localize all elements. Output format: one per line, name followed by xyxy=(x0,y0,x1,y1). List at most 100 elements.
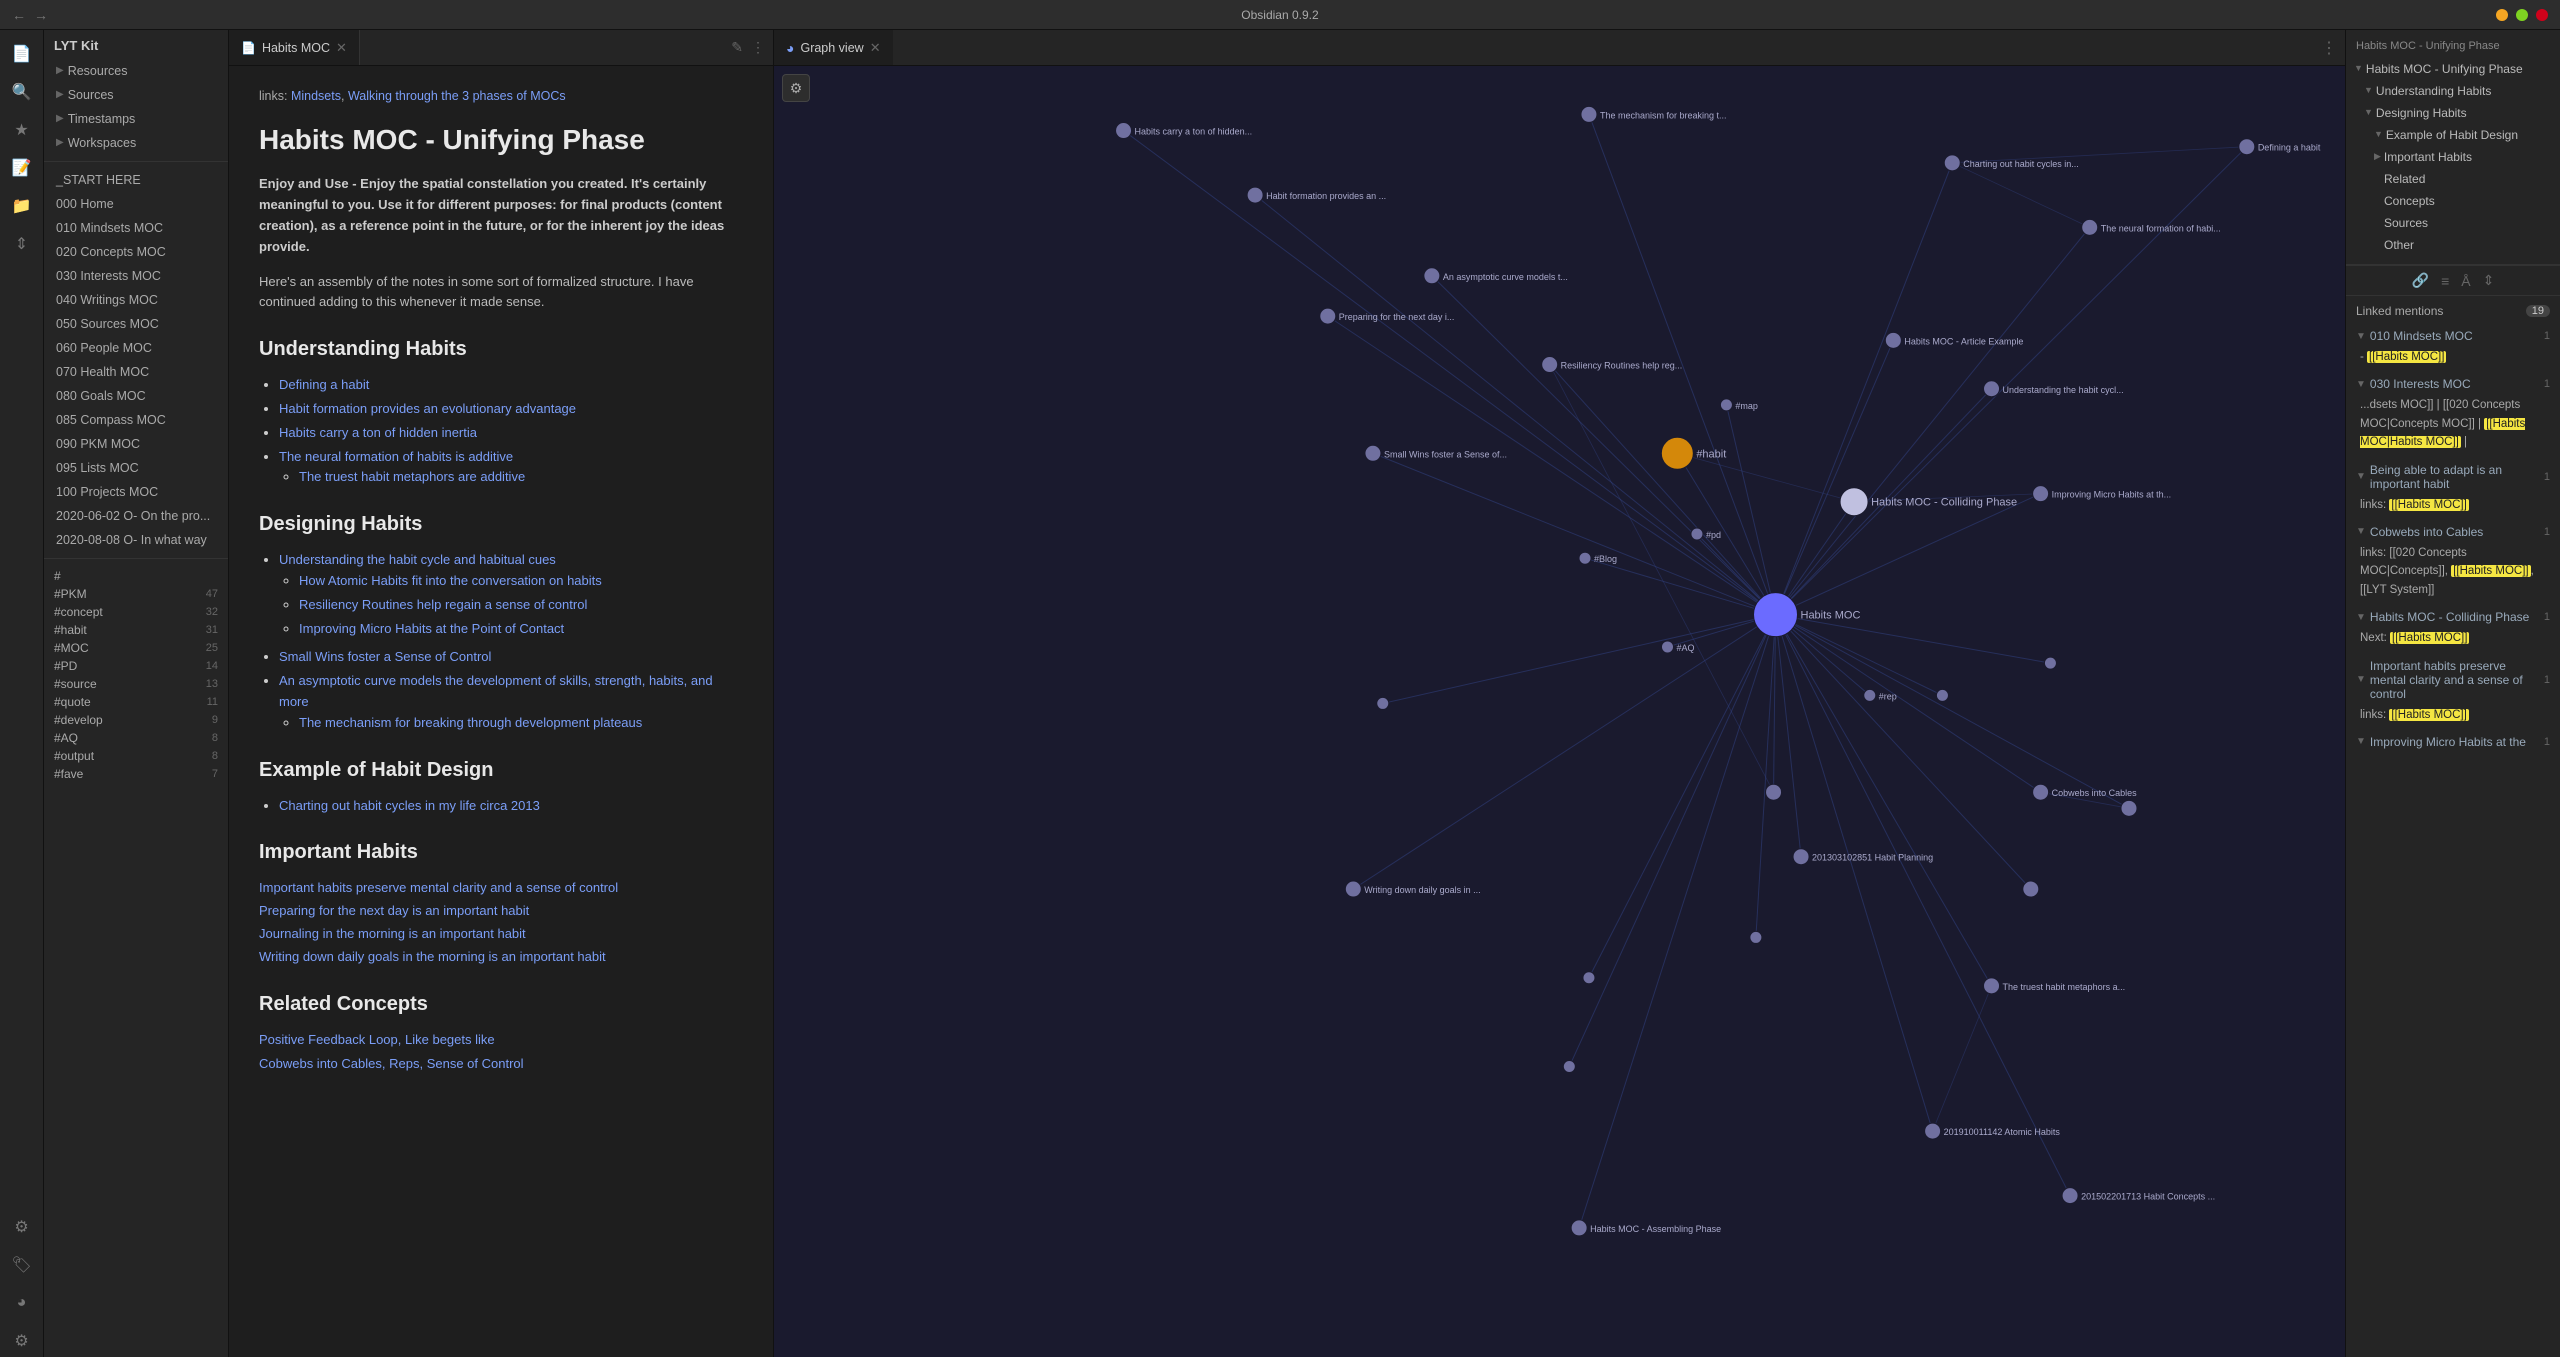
link-habits-inertia[interactable]: Habits carry a ton of hidden inertia xyxy=(279,425,477,440)
link-atomic-habits[interactable]: How Atomic Habits fit into the conversat… xyxy=(299,573,602,588)
outline-item-example[interactable]: ▼ Example of Habit Design xyxy=(2346,124,2560,146)
forward-nav[interactable]: → xyxy=(34,7,48,23)
star-icon[interactable]: ★ xyxy=(6,114,38,146)
graph-more-icon[interactable]: ⋮ xyxy=(2321,38,2337,58)
tag-item-pkm[interactable]: #PKM 47 xyxy=(44,585,228,603)
mention-group-header[interactable]: ▼ Improving Micro Habits at the 1 xyxy=(2346,732,2560,752)
folder-icon[interactable]: 📁 xyxy=(6,190,38,222)
outline-item-important[interactable]: ▶ Important Habits xyxy=(2346,146,2560,168)
outline-item-understanding[interactable]: ▼ Understanding Habits xyxy=(2346,80,2560,102)
settings-icon[interactable]: ⚙ xyxy=(6,1325,38,1357)
link-small-wins[interactable]: Small Wins foster a Sense of Control xyxy=(279,649,491,664)
outline-item-related[interactable]: Related xyxy=(2346,168,2560,190)
sidebar-item-sources[interactable]: ▶ Sources xyxy=(44,83,228,107)
link-truest-habit[interactable]: The truest habit metaphors are additive xyxy=(299,469,525,484)
sidebar-item-pkm[interactable]: 090 PKM MOC xyxy=(44,432,228,456)
link-cobwebs[interactable]: Cobwebs into Cables xyxy=(259,1056,382,1071)
link-like-begets[interactable]: Like begets like xyxy=(405,1032,495,1047)
sidebar-item-people[interactable]: 060 People MOC xyxy=(44,336,228,360)
sidebar-item-interests[interactable]: 030 Interests MOC xyxy=(44,264,228,288)
link-sense-control[interactable]: Sense of Control xyxy=(427,1056,524,1071)
link-habit-cycle[interactable]: Understanding the habit cycle and habitu… xyxy=(279,552,556,567)
sort-icon[interactable]: ⇕ xyxy=(6,228,38,260)
close-button[interactable] xyxy=(2536,9,2548,21)
sidebar-item-home[interactable]: 000 Home xyxy=(44,192,228,216)
graph-tab[interactable]: ◕ Graph view ✕ xyxy=(774,30,893,65)
graph-settings-button[interactable]: ⚙ xyxy=(782,74,810,102)
edit-icon[interactable]: ✎ xyxy=(731,39,743,56)
mention-group-header[interactable]: ▼ 030 Interests MOC 1 xyxy=(2346,374,2560,394)
link-defining[interactable]: Defining a habit xyxy=(279,377,369,392)
link-important1[interactable]: Important habits preserve mental clarity… xyxy=(259,878,743,899)
sidebar-item-2020-08[interactable]: 2020-08-08 O- In what way xyxy=(44,528,228,552)
outline-item-unifying[interactable]: ▼ Habits MOC - Unifying Phase xyxy=(2346,58,2560,80)
link-habit-formation[interactable]: Habit formation provides an evolutionary… xyxy=(279,401,576,416)
minimize-button[interactable] xyxy=(2496,9,2508,21)
plugin-icon[interactable]: ⚙ xyxy=(6,1211,38,1243)
sidebar-item-sources-moc[interactable]: 050 Sources MOC xyxy=(44,312,228,336)
mention-group-header[interactable]: ▼ Cobwebs into Cables 1 xyxy=(2346,522,2560,542)
heading-icon[interactable]: Å xyxy=(2461,273,2470,289)
more-options-icon[interactable]: ⋮ xyxy=(751,39,765,56)
sidebar-item-2020-06[interactable]: 2020-06-02 O- On the pro... xyxy=(44,504,228,528)
graph-tab-close[interactable]: ✕ xyxy=(870,40,881,56)
tag-item-habit[interactable]: #habit 31 xyxy=(44,621,228,639)
link-important4[interactable]: Writing down daily goals in the morning … xyxy=(259,947,743,968)
sidebar-item-workspaces[interactable]: ▶ Workspaces xyxy=(44,131,228,155)
tag-item-fave[interactable]: #fave 7 xyxy=(44,765,228,783)
tag-item-concept[interactable]: #concept 32 xyxy=(44,603,228,621)
tag-item-moc[interactable]: #MOC 25 xyxy=(44,639,228,657)
sidebar-item-resources[interactable]: ▶ Resources xyxy=(44,59,228,83)
editor-tab[interactable]: 📄 Habits MOC ✕ xyxy=(229,30,360,65)
mention-group-header[interactable]: ▼ Being able to adapt is an important ha… xyxy=(2346,460,2560,494)
link-important3[interactable]: Journaling in the morning is an importan… xyxy=(259,924,743,945)
sidebar-item-writings[interactable]: 040 Writings MOC xyxy=(44,288,228,312)
tag-item-develop[interactable]: #develop 9 xyxy=(44,711,228,729)
search-icon[interactable]: 🔍 xyxy=(6,76,38,108)
link-mechanism[interactable]: The mechanism for breaking through devel… xyxy=(299,715,642,730)
back-nav[interactable]: ← xyxy=(12,7,26,23)
sidebar-item-lists[interactable]: 095 Lists MOC xyxy=(44,456,228,480)
tags-icon[interactable]: 🏷 xyxy=(6,1249,38,1281)
link-charting[interactable]: Charting out habit cycles in my life cir… xyxy=(279,798,540,813)
sidebar-item-health[interactable]: 070 Health MOC xyxy=(44,360,228,384)
tag-item-quote[interactable]: #quote 11 xyxy=(44,693,228,711)
link-resiliency[interactable]: Resiliency Routines help regain a sense … xyxy=(299,597,587,612)
list-icon[interactable]: ≡ xyxy=(2441,273,2449,289)
graph-icon[interactable]: ◕ xyxy=(6,1287,38,1319)
editor-tab-close[interactable]: ✕ xyxy=(336,40,347,56)
tag-item-pd[interactable]: #PD 14 xyxy=(44,657,228,675)
link-important2[interactable]: Preparing for the next day is an importa… xyxy=(259,901,743,922)
mention-group-header[interactable]: ▼ Important habits preserve mental clari… xyxy=(2346,656,2560,704)
tag-item-aq[interactable]: #AQ 8 xyxy=(44,729,228,747)
outline-item-designing[interactable]: ▼ Designing Habits xyxy=(2346,102,2560,124)
linked-mentions-header[interactable]: Linked mentions 19 xyxy=(2346,296,2560,322)
sidebar-item-start[interactable]: _START HERE xyxy=(44,168,228,192)
mention-group-header[interactable]: ▼ Habits MOC - Colliding Phase 1 xyxy=(2346,607,2560,627)
link-positive-feedback[interactable]: Positive Feedback Loop xyxy=(259,1032,398,1047)
outline-item-concepts[interactable]: Concepts xyxy=(2346,190,2560,212)
new-note-icon[interactable]: 📝 xyxy=(6,152,38,184)
link-reps[interactable]: Reps xyxy=(389,1056,419,1071)
maximize-button[interactable] xyxy=(2516,9,2528,21)
files-icon[interactable]: 📄 xyxy=(6,38,38,70)
link-improving-micro[interactable]: Improving Micro Habits at the Point of C… xyxy=(299,621,564,636)
outline-item-other[interactable]: Other xyxy=(2346,234,2560,256)
link-neural-formation[interactable]: The neural formation of habits is additi… xyxy=(279,449,513,464)
sidebar-item-mindsets[interactable]: 010 Mindsets MOC xyxy=(44,216,228,240)
tag-item-source[interactable]: #source 13 xyxy=(44,675,228,693)
sidebar-item-compass[interactable]: 085 Compass MOC xyxy=(44,408,228,432)
link-mindsets[interactable]: Mindsets xyxy=(291,89,341,103)
outline-item-sources[interactable]: Sources xyxy=(2346,212,2560,234)
sidebar-item-goals[interactable]: 080 Goals MOC xyxy=(44,384,228,408)
sidebar-item-concepts[interactable]: 020 Concepts MOC xyxy=(44,240,228,264)
tag-item-hash[interactable]: # xyxy=(44,567,228,585)
mention-group-header[interactable]: ▼ 010 Mindsets MOC 1 xyxy=(2346,326,2560,346)
link-asymptotic[interactable]: An asymptotic curve models the developme… xyxy=(279,673,713,709)
link-icon[interactable]: 🔗 xyxy=(2412,272,2429,289)
tag-item-output[interactable]: #output 8 xyxy=(44,747,228,765)
sidebar-item-timestamps[interactable]: ▶ Timestamps xyxy=(44,107,228,131)
link-walking[interactable]: Walking through the 3 phases of MOCs xyxy=(348,89,566,103)
sort2-icon[interactable]: ⇕ xyxy=(2483,272,2495,289)
sidebar-item-projects[interactable]: 100 Projects MOC xyxy=(44,480,228,504)
